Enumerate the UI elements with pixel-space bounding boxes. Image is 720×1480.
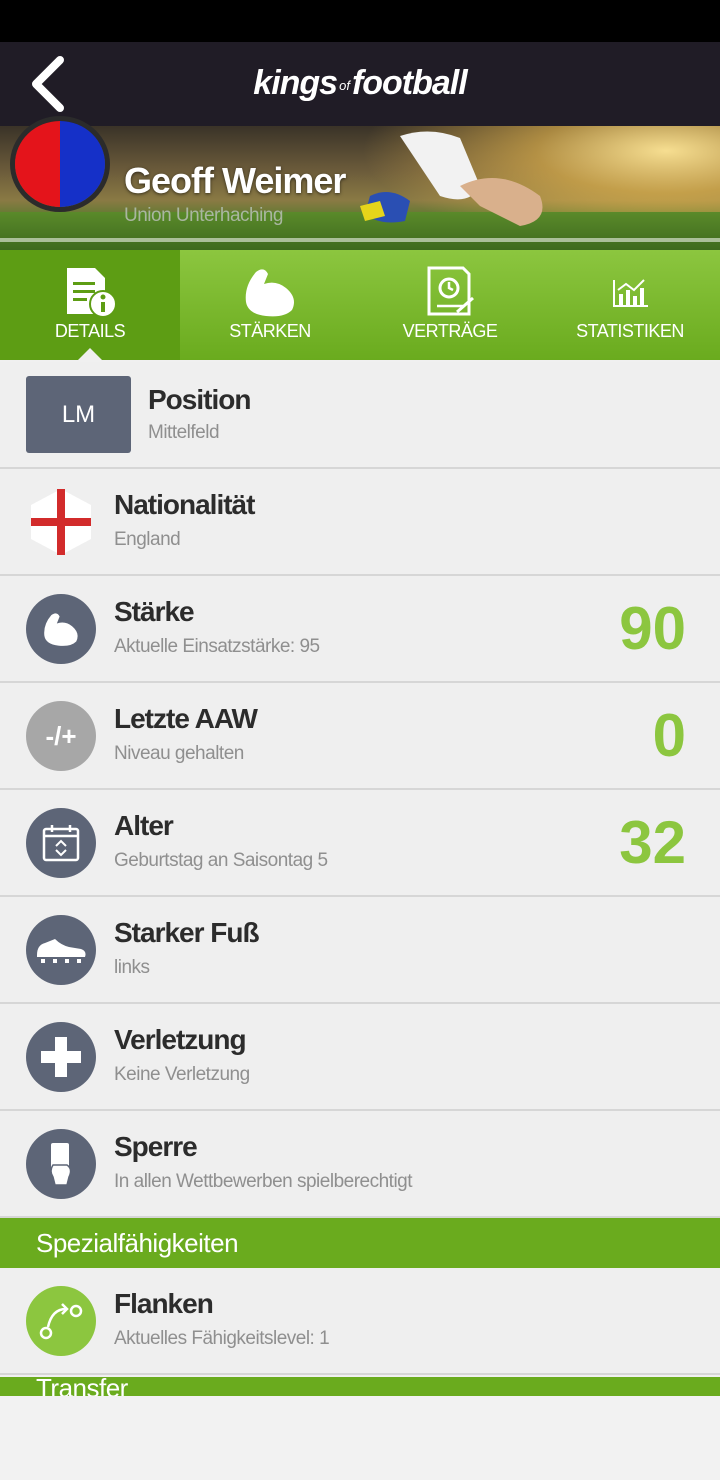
cross-pass-icon [26,1286,96,1356]
list-item-age: Alter Geburtstag an Saisontag 5 32 [0,790,720,897]
player-hero-banner [0,126,720,250]
section-header-special: Spezialfähigkeiten [0,1218,720,1268]
list-item-last-aaw: -/+ Letzte AAW Niveau gehalten 0 [0,683,720,790]
nationality-value: England [114,529,181,550]
strength-title: Stärke [114,596,195,627]
strength-value: 90 [619,595,686,662]
calendar-icon [26,808,96,878]
tab-statistiken-label: STATISTIKEN [576,321,684,341]
bottom-navigation-area [0,1396,720,1480]
app-header: kings offootball [0,42,720,126]
flanken-title: Flanken [114,1288,214,1319]
app-logo: kings offootball [253,64,467,102]
position-badge: LM [26,376,131,453]
age-title: Alter [114,810,174,841]
cross-icon [26,1022,96,1092]
position-value: Mittelfeld [148,422,220,443]
age-value: 32 [619,809,686,876]
card-hand-icon [26,1129,96,1199]
boot-icon [26,915,96,985]
list-item-position: LM Position Mittelfeld [0,362,720,469]
last-aaw-title: Letzte AAW [114,703,258,734]
nationality-title: Nationalität [114,489,255,520]
list-item-flanken[interactable]: Flanken Aktuelles Fähigkeitslevel: 1 [0,1268,720,1375]
status-bar [0,0,720,42]
section-header-transfer: Transfer [0,1377,720,1397]
injury-title: Verletzung [114,1024,247,1055]
list-item-injury: Verletzung Keine Verletzung [0,1004,720,1111]
strength-sub: Aktuelle Einsatzstärke: 95 [114,636,320,657]
document-info-icon [67,268,117,318]
list-item-strength: Stärke Aktuelle Einsatzstärke: 95 90 [0,576,720,683]
tab-staerken-label: STÄRKEN [229,321,311,341]
tab-bar: DETAILS STÄRKEN VERTRÄGE STATISTIKEN [0,250,720,361]
muscle-icon [245,269,294,317]
injury-value: Keine Verletzung [114,1064,250,1085]
club-name: Union Unterhaching [124,205,283,226]
tab-vertraege[interactable]: VERTRÄGE [360,250,540,360]
player-name: Geoff Weimer [124,160,346,201]
tab-details[interactable]: DETAILS [0,250,180,361]
tab-vertraege-label: VERTRÄGE [402,321,498,341]
muscle-icon [26,594,96,664]
suspension-value: In allen Wettbewerben spielberechtigt [114,1171,413,1192]
contract-icon [427,266,474,316]
list-item-strong-foot: Starker Fuß links [0,897,720,1004]
flanken-sub: Aktuelles Fähigkeitslevel: 1 [114,1328,330,1349]
tab-staerken[interactable]: STÄRKEN [180,250,360,360]
last-aaw-sub: Niveau gehalten [114,743,244,764]
strong-foot-value: links [114,957,150,978]
tab-details-label: DETAILS [54,321,126,341]
england-flag-icon [26,487,96,557]
plus-minus-icon: -/+ [26,701,96,771]
strong-foot-title: Starker Fuß [114,917,260,948]
position-title: Position [148,384,251,415]
details-list: LM Position Mittelfeld Nationalität Engl… [0,362,720,1397]
age-sub: Geburtstag an Saisontag 5 [114,850,328,871]
list-item-nationality: Nationalität England [0,469,720,576]
club-crest [10,116,110,212]
suspension-title: Sperre [114,1131,198,1162]
list-item-suspension: Sperre In allen Wettbewerben spielberech… [0,1111,720,1218]
last-aaw-value: 0 [652,702,686,769]
player-photo [360,131,543,226]
tab-statistiken[interactable]: STATISTIKEN [540,250,720,360]
stats-chart-icon [613,279,648,307]
